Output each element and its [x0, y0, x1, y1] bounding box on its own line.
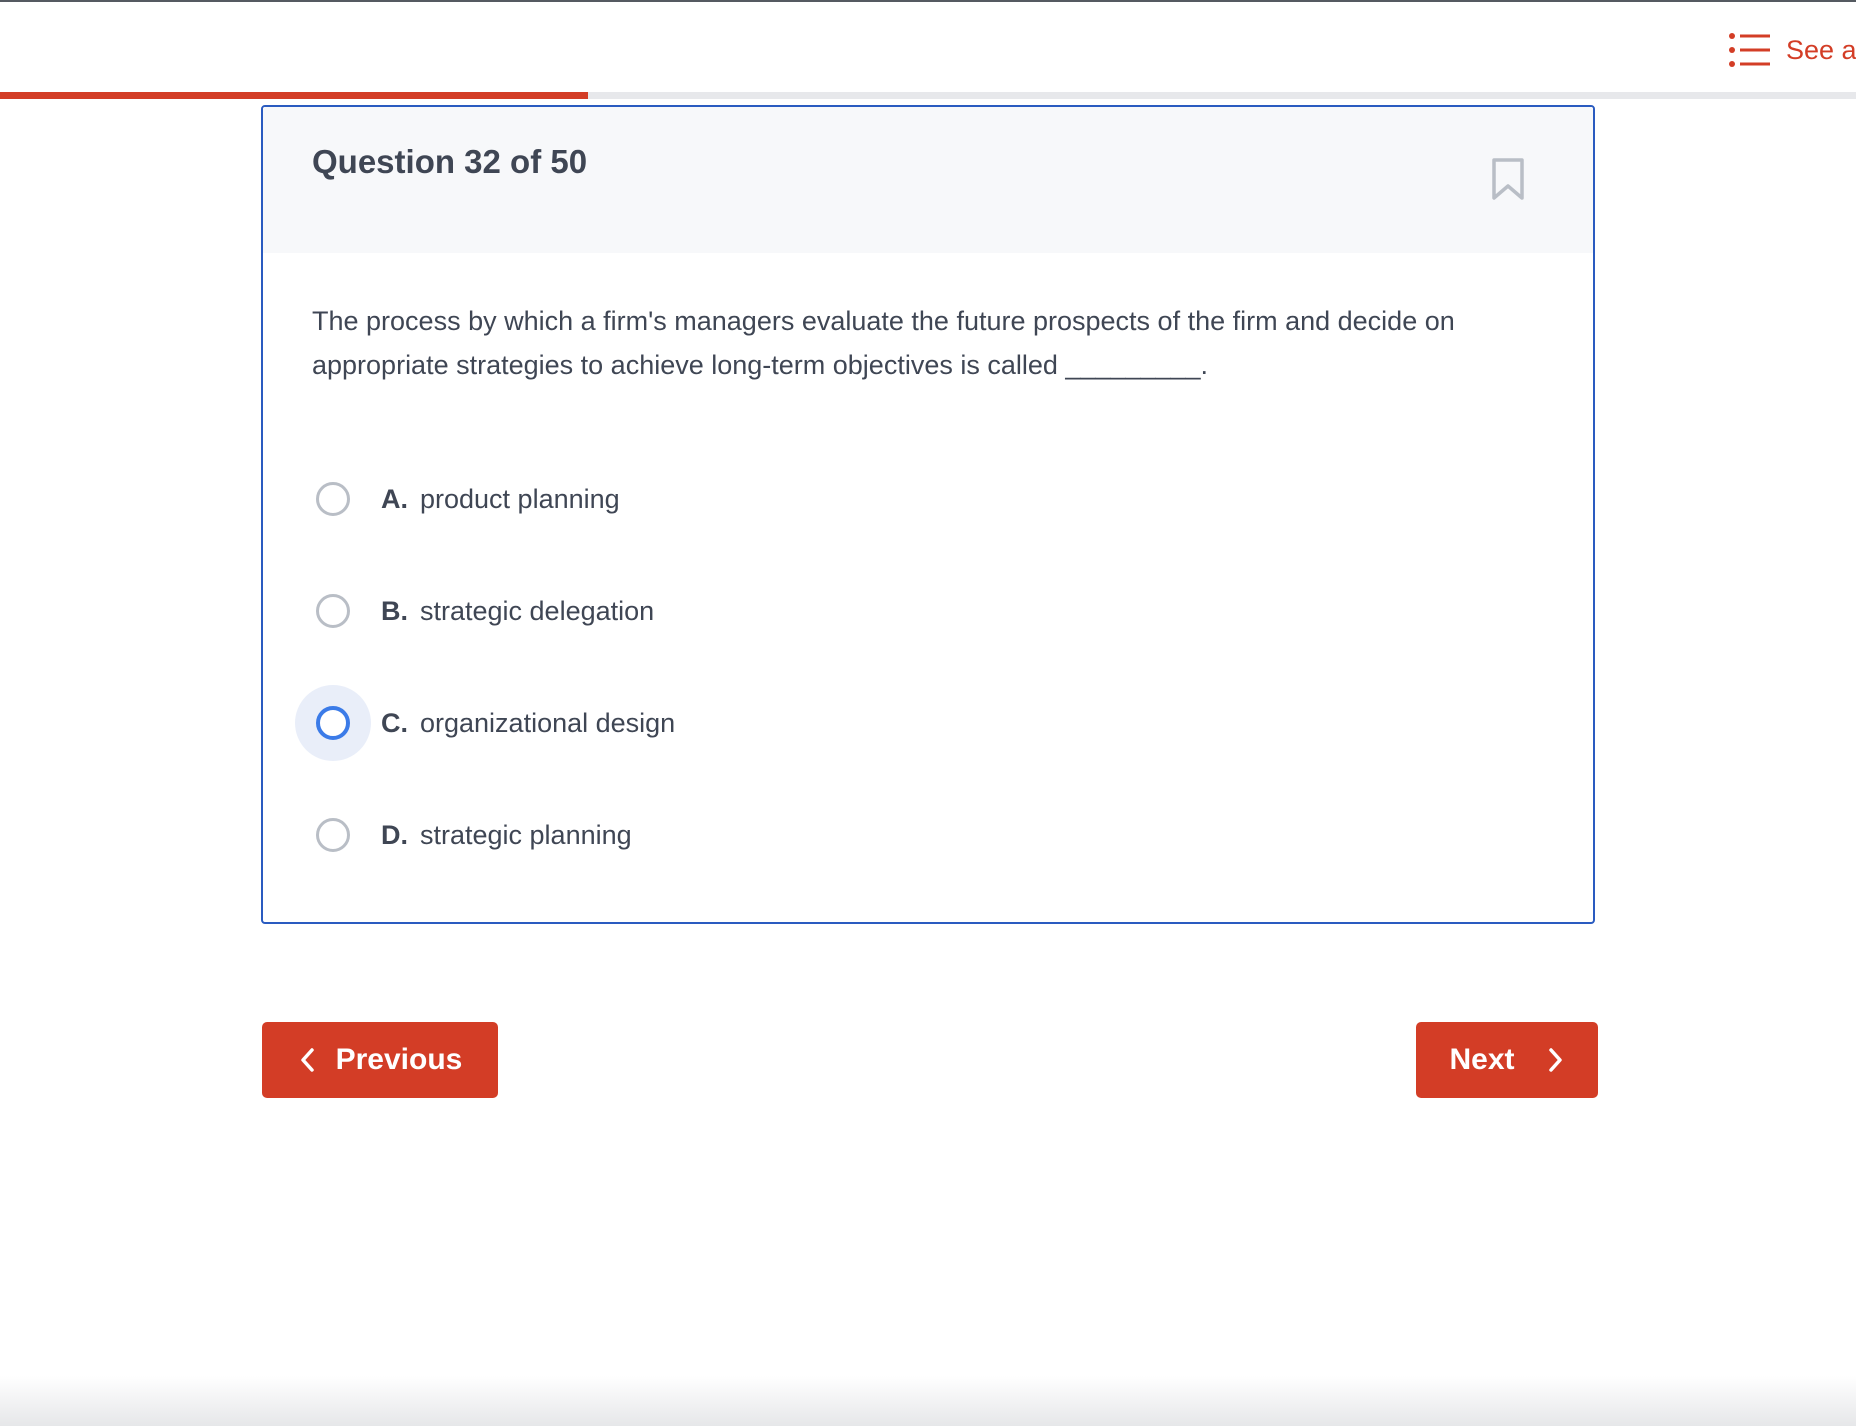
radio-wrapper	[295, 797, 371, 873]
question-text: The process by which a firm's managers e…	[312, 306, 1455, 380]
chevron-right-icon	[1548, 1048, 1562, 1072]
radio-focus-ring	[295, 685, 371, 761]
option-text: strategic delegation	[420, 595, 655, 626]
bookmark-icon[interactable]	[1491, 157, 1525, 201]
chevron-left-icon	[300, 1048, 314, 1072]
question-title: Question 32 of 50	[312, 143, 588, 180]
radio-button[interactable]	[316, 482, 350, 516]
previous-button[interactable]: Previous	[262, 1022, 498, 1098]
radio-button[interactable]	[316, 594, 350, 628]
progress-bar-fill	[0, 92, 589, 99]
answer-option-d[interactable]: D. strategic planning	[295, 795, 632, 875]
option-letter: A.	[381, 483, 408, 514]
option-text: product planning	[420, 483, 620, 514]
option-text: strategic planning	[420, 819, 632, 850]
list-icon	[1729, 33, 1770, 67]
next-button[interactable]: Next	[1416, 1022, 1598, 1098]
see-all-questions-link[interactable]: See a	[1728, 30, 1856, 70]
radio-wrapper	[295, 573, 371, 649]
option-letter: C.	[381, 707, 408, 738]
question-card: Question 32 of 50 The process by which a…	[261, 105, 1595, 924]
radio-button[interactable]	[316, 818, 350, 852]
option-text: organizational design	[420, 707, 676, 738]
header-bar: See a	[0, 2, 1856, 92]
radio-wrapper	[295, 461, 371, 537]
answer-option-c[interactable]: C. organizational design	[295, 683, 675, 763]
bottom-edge	[0, 1376, 1856, 1426]
option-letter: B.	[381, 595, 408, 626]
progress-bar	[0, 92, 1856, 99]
option-letter: D.	[381, 819, 408, 850]
next-button-label: Next	[1449, 1043, 1515, 1076]
see-all-label: See a	[1786, 34, 1856, 65]
answer-option-a[interactable]: A. product planning	[295, 459, 620, 539]
radio-button[interactable]	[316, 706, 350, 740]
answer-option-b[interactable]: B. strategic delegation	[295, 571, 654, 651]
previous-button-label: Previous	[335, 1043, 463, 1076]
question-card-header: Question 32 of 50	[263, 107, 1593, 253]
quiz-page: See a Question 32 of 50 The process by w…	[0, 0, 1856, 1426]
